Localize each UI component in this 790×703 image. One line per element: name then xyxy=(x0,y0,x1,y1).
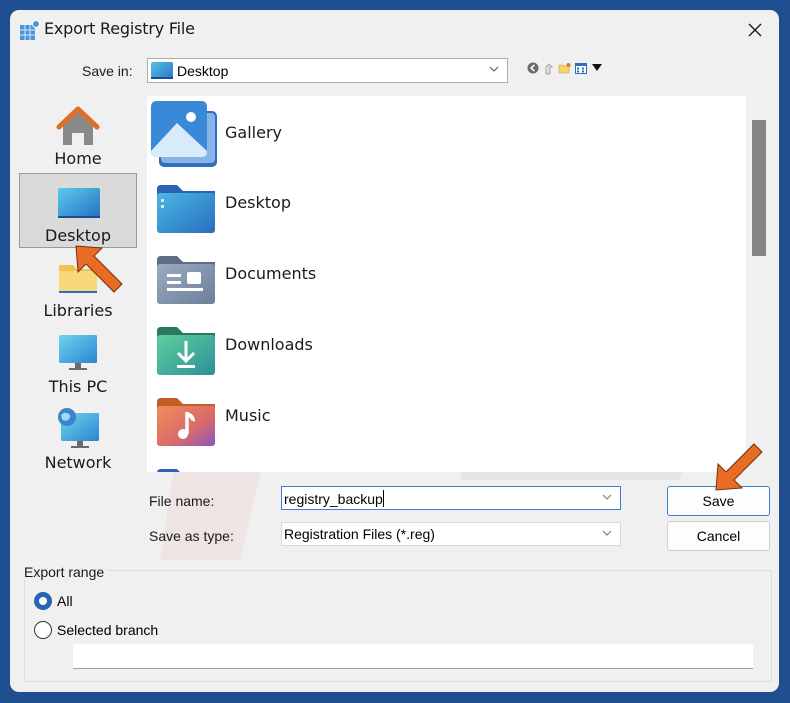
places-bar: Home Desktop Libraries This PC Network xyxy=(18,97,138,477)
place-libraries[interactable]: Libraries xyxy=(19,249,137,324)
save-as-type-value: Registration Files (*.reg) xyxy=(284,526,435,542)
chevron-down-icon xyxy=(602,530,612,536)
this-pc-icon xyxy=(59,335,97,370)
place-label: Home xyxy=(54,149,102,168)
navigation-toolbar xyxy=(526,58,603,78)
file-name-value: registry_backup xyxy=(284,491,383,507)
save-as-type-dropdown[interactable]: Registration Files (*.reg) xyxy=(281,522,621,546)
radio-all[interactable]: All xyxy=(34,592,73,610)
radio-label: Selected branch xyxy=(57,622,159,638)
cancel-button[interactable]: Cancel xyxy=(667,521,770,551)
music-folder-icon xyxy=(157,398,215,446)
file-item-gallery[interactable]: Gallery xyxy=(151,99,551,167)
close-icon[interactable] xyxy=(743,18,767,42)
radio-indicator xyxy=(34,621,52,639)
file-item-downloads[interactable]: Downloads xyxy=(151,311,551,379)
desktop-icon xyxy=(151,62,173,79)
view-menu-icon[interactable] xyxy=(574,62,587,75)
file-label: Desktop xyxy=(225,193,291,212)
place-this-pc[interactable]: This PC xyxy=(19,325,137,400)
place-label: Desktop xyxy=(45,226,111,245)
view-dropdown-icon[interactable] xyxy=(590,62,603,75)
window-title: Export Registry File xyxy=(44,19,195,38)
radio-label: All xyxy=(57,593,73,609)
registry-editor-icon xyxy=(20,20,40,40)
place-desktop[interactable]: Desktop xyxy=(19,173,137,248)
file-list: Gallery Desktop Documents Downloads Musi… xyxy=(147,96,746,472)
file-label: Documents xyxy=(225,264,317,283)
text-caret xyxy=(382,490,384,507)
save-button[interactable]: Save xyxy=(667,486,770,516)
place-label: Libraries xyxy=(43,301,113,320)
new-folder-icon[interactable] xyxy=(558,62,571,75)
network-icon xyxy=(58,408,99,448)
file-item-desktop[interactable]: Desktop xyxy=(151,169,551,237)
place-home[interactable]: Home xyxy=(19,97,137,172)
selected-branch-input[interactable] xyxy=(73,644,753,669)
radio-indicator xyxy=(34,592,52,610)
home-icon xyxy=(56,106,100,145)
save-in-value: Desktop xyxy=(177,63,229,79)
documents-folder-icon xyxy=(157,256,215,304)
save-in-label: Save in: xyxy=(82,63,133,79)
file-label: Downloads xyxy=(225,335,313,354)
file-list-scrollbar[interactable] xyxy=(746,96,766,472)
place-label: Network xyxy=(44,453,112,472)
file-name-label: File name: xyxy=(149,493,215,509)
file-label: Music xyxy=(225,406,271,425)
libraries-icon xyxy=(59,265,97,293)
place-label: This PC xyxy=(48,377,108,396)
file-name-input[interactable]: registry_backup xyxy=(281,486,621,510)
file-label: Gallery xyxy=(225,123,282,142)
back-icon[interactable] xyxy=(526,62,539,75)
file-item-documents[interactable]: Documents xyxy=(151,240,551,308)
radio-selected-branch[interactable]: Selected branch xyxy=(34,621,158,639)
folder-icon xyxy=(157,469,180,472)
desktop-icon xyxy=(58,188,100,218)
file-item-partial[interactable] xyxy=(151,453,551,472)
scrollbar-thumb[interactable] xyxy=(752,120,766,256)
place-network[interactable]: Network xyxy=(19,401,137,476)
save-in-dropdown[interactable]: Desktop xyxy=(147,58,508,83)
file-item-music[interactable]: Music xyxy=(151,382,551,450)
up-folder-icon[interactable] xyxy=(542,62,555,75)
chevron-down-icon[interactable] xyxy=(602,492,612,502)
save-as-type-label: Save as type: xyxy=(149,528,234,544)
export-range-title: Export range xyxy=(24,564,108,580)
gallery-icon xyxy=(151,101,217,167)
export-registry-dialog: Export Registry File Save in: Desktop Ho… xyxy=(10,10,779,692)
downloads-folder-icon xyxy=(157,327,215,375)
chevron-down-icon xyxy=(489,66,499,72)
title-bar: Export Registry File xyxy=(10,10,779,50)
desktop-folder-icon xyxy=(157,185,215,233)
